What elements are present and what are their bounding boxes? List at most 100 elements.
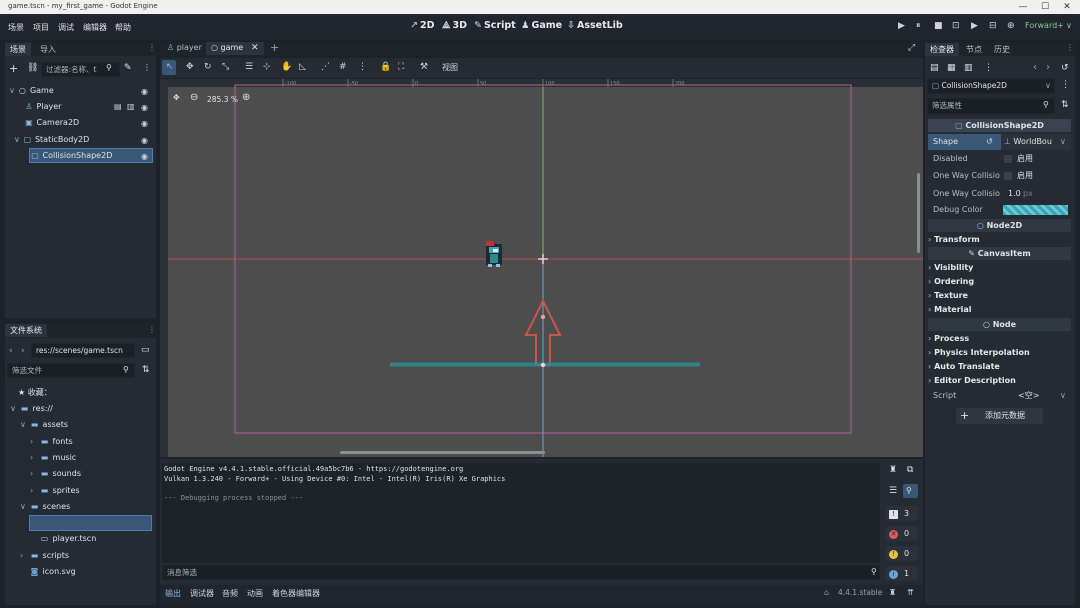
file-item[interactable]: › ▬ music xyxy=(30,450,76,465)
horizontal-scrollbar[interactable] xyxy=(340,451,545,454)
section-auto-translate[interactable]: › Auto Translate xyxy=(928,360,1071,373)
handle-point[interactable] xyxy=(540,362,546,368)
tab-inspector[interactable]: 检查器 xyxy=(925,43,959,56)
dock-menu-icon[interactable]: ⋮ xyxy=(1066,43,1074,52)
tab-import[interactable]: 导入 xyxy=(35,43,61,56)
view-menu[interactable]: 视图 xyxy=(442,62,458,73)
history-icon[interactable]: ↺ xyxy=(1061,63,1069,73)
inspector-options-icon[interactable]: ⇅ xyxy=(1061,100,1069,110)
save-resource-icon[interactable]: ▥ xyxy=(964,63,973,73)
menu-scene[interactable]: 场景 xyxy=(8,22,24,33)
stop-icon[interactable]: ■ xyxy=(934,21,943,31)
run-project-icon[interactable]: ▶ xyxy=(898,21,905,31)
file-item[interactable]: › ▬ fonts xyxy=(30,434,73,449)
node-selector[interactable]: ▢ CollisionShape2D xyxy=(927,78,1055,94)
add-node-icon[interactable]: + xyxy=(9,62,18,75)
smart-snap-icon[interactable]: ⋰ xyxy=(321,62,330,72)
tree-node-staticbody[interactable]: ∨ ▢ StaticBody2D xyxy=(14,132,89,147)
file-item[interactable]: › ▬ scripts xyxy=(20,548,69,563)
run-custom-scene-icon[interactable]: ⊟ xyxy=(989,21,997,31)
zoom-level[interactable]: 285.3 % xyxy=(207,95,238,104)
file-item[interactable]: ▭ player.tscn xyxy=(30,531,97,546)
section-editor-description[interactable]: › Editor Description xyxy=(928,374,1071,387)
file-filter-input[interactable]: 筛选文件 xyxy=(7,363,135,378)
close-button[interactable]: ✕ xyxy=(1060,1,1074,13)
class-header-node2d[interactable]: ○ Node2D xyxy=(928,219,1071,232)
tab-shader-editor[interactable]: 着色器编辑器 xyxy=(272,588,320,599)
section-physics-interpolation[interactable]: › Physics Interpolation xyxy=(928,346,1071,359)
select-list-icon[interactable]: ☰ xyxy=(245,62,253,72)
sort-icon[interactable]: ⇅ xyxy=(142,365,150,375)
section-ordering[interactable]: › Ordering xyxy=(928,275,1071,288)
visibility-eye-icon[interactable]: ◉ xyxy=(141,119,148,128)
more-icon[interactable]: ⋮ xyxy=(984,63,993,73)
file-item[interactable]: › ▬ sounds xyxy=(30,466,81,481)
filter-info-button[interactable]: i1 xyxy=(886,566,918,581)
run-current-scene-icon[interactable]: ▶ xyxy=(971,21,978,31)
tab-debugger[interactable]: 调试器 xyxy=(190,588,214,599)
tab-output[interactable]: 输出 xyxy=(165,588,181,599)
pivot-tool-icon[interactable]: ⊹ xyxy=(263,62,271,72)
tab-node[interactable]: 节点 xyxy=(961,43,987,56)
section-transform[interactable]: › Transform xyxy=(928,233,1071,246)
dock-menu-icon[interactable]: ⋮ xyxy=(148,325,156,334)
menu-help[interactable]: 帮助 xyxy=(115,22,131,33)
path-input[interactable]: res://scenes/game.tscn xyxy=(31,343,135,358)
one-way-checkbox[interactable] xyxy=(1004,172,1012,180)
workspace-script[interactable]: ✎ Script xyxy=(474,20,516,31)
workspace-game[interactable]: ♟ Game xyxy=(521,20,562,31)
menu-project[interactable]: 项目 xyxy=(33,22,49,33)
handle-point[interactable] xyxy=(540,314,546,320)
filter-log-button[interactable]: ! 3 xyxy=(886,506,918,521)
scene-menu-icon[interactable]: ⋮ xyxy=(143,63,151,72)
back-icon[interactable]: ‹ xyxy=(9,346,13,356)
dock-menu-icon[interactable]: ⋮ xyxy=(148,43,156,52)
visibility-eye-icon[interactable]: ◉ xyxy=(141,152,148,161)
pan-tool-icon[interactable]: ✋ xyxy=(281,62,292,72)
add-metadata-button[interactable]: + 添加元数据 xyxy=(956,408,1043,424)
prop-script-row[interactable]: Script <空> ∨ xyxy=(928,388,1071,404)
pan-icon[interactable]: ✥ xyxy=(173,93,180,102)
tab-history[interactable]: 历史 xyxy=(989,43,1015,56)
file-item[interactable]: ∨ ▬ scenes xyxy=(20,499,70,514)
bone-icon[interactable]: ⚒ xyxy=(420,62,428,72)
remote-debug-icon[interactable]: ⊡ xyxy=(952,21,960,31)
tree-node-player[interactable]: ♙ Player xyxy=(24,99,61,114)
link-icon[interactable]: ⛓ xyxy=(27,63,38,73)
lock-icon[interactable]: 🔒 xyxy=(380,62,391,72)
visibility-eye-icon[interactable]: ◉ xyxy=(141,87,148,96)
section-process[interactable]: › Process xyxy=(928,332,1071,345)
visibility-eye-icon[interactable]: ◉ xyxy=(141,103,148,112)
menu-debug[interactable]: 调试 xyxy=(58,22,74,33)
property-filter-input[interactable]: 筛选属性 xyxy=(927,98,1055,114)
workspace-assetlib[interactable]: ⇩ AssetLib xyxy=(567,20,623,31)
history-forward-icon[interactable]: › xyxy=(1046,62,1050,73)
tab-scene[interactable]: 场景 xyxy=(5,43,31,56)
section-material[interactable]: › Material xyxy=(928,303,1071,316)
clear-output-icon[interactable]: ♜ xyxy=(889,465,897,475)
scale-tool-icon[interactable]: ⤡ xyxy=(222,62,229,72)
file-item[interactable]: ◙ icon.svg xyxy=(20,564,76,579)
renderer-selector[interactable]: Forward+ xyxy=(1025,21,1064,30)
debug-color-swatch[interactable] xyxy=(1003,205,1068,215)
new-resource-icon[interactable]: ▤ xyxy=(930,63,939,73)
script-value[interactable]: <空> xyxy=(1018,388,1039,404)
group-icon[interactable]: ⛶ xyxy=(398,62,404,72)
tab-audio[interactable]: 音频 xyxy=(222,588,238,599)
version-label[interactable]: 4.4.1.stable xyxy=(838,588,882,597)
load-resource-icon[interactable]: ▦ xyxy=(947,63,956,73)
prop-one-way-margin-row[interactable]: One Way Collisio 1.0 px xyxy=(928,186,1071,202)
pause-icon[interactable]: ⏸ xyxy=(916,21,921,31)
visibility-eye-icon[interactable]: ◉ xyxy=(141,136,148,145)
expand-panel-icon[interactable]: ⇈ xyxy=(907,588,914,597)
movie-maker-icon[interactable]: ⊕ xyxy=(1007,21,1015,31)
favorites-row[interactable]: ★ 收藏： xyxy=(18,385,52,400)
chevron-down-icon[interactable]: ∨ xyxy=(1066,21,1072,30)
move-tool-icon[interactable]: ✥ xyxy=(186,62,194,72)
section-visibility[interactable]: › Visibility xyxy=(928,261,1071,274)
revert-icon[interactable]: ↺ xyxy=(986,134,993,150)
zoom-out-icon[interactable]: ⊖ xyxy=(190,92,198,103)
chevron-down-icon[interactable]: ∨ xyxy=(1060,134,1066,150)
workspace-3d[interactable]: ⟁ 3D xyxy=(442,20,467,31)
disabled-checkbox[interactable] xyxy=(1004,155,1012,163)
